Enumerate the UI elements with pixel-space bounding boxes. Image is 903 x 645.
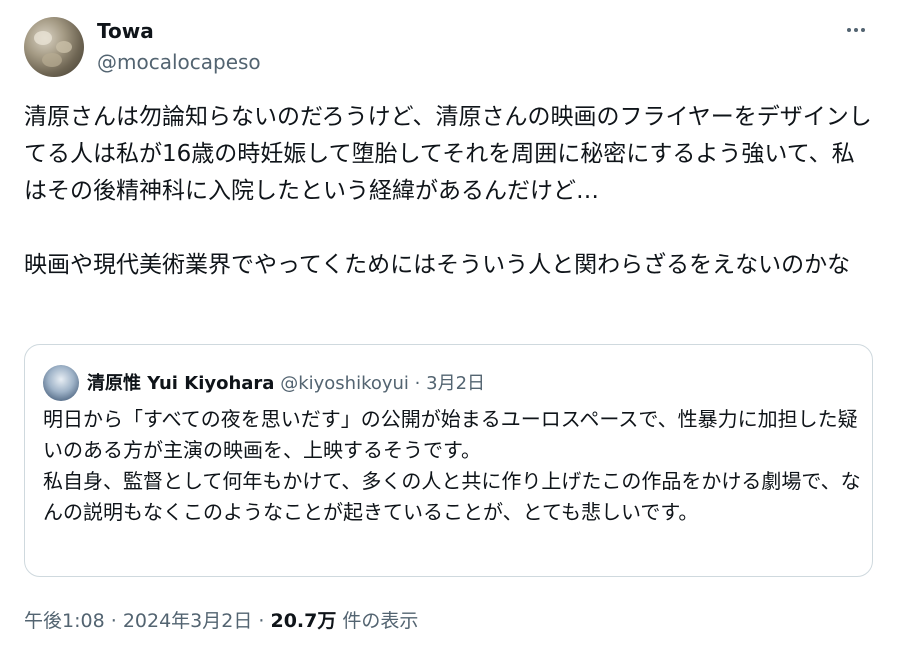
author-display-name[interactable]: Towa: [97, 19, 154, 43]
quoted-author-name[interactable]: 清原惟 Yui Kiyohara: [87, 373, 274, 394]
avatar-image-detail: [34, 31, 52, 45]
tweet-text: 清原さんは勿論知らないのだろうけど、清原さんの映画のフライヤーをデザインしてる人…: [24, 104, 872, 278]
view-count-label[interactable]: 件の表示: [342, 610, 418, 632]
quoted-tweet-header: 清原惟 Yui Kiyohara @kiyoshikoyui · 3月2日: [87, 369, 485, 395]
quoted-meta-separator: ·: [414, 373, 421, 394]
view-count[interactable]: 20.7万: [270, 610, 336, 632]
quoted-tweet-text: 明日から「すべての夜を思いだす」の公開が始まるユーロスペースで、性暴力に加担した…: [43, 407, 861, 524]
tweet-footer: 午後1:08 · 2024年3月2日 · 20.7万 件の表示: [24, 606, 418, 633]
more-options-button[interactable]: [841, 18, 871, 42]
more-horizontal-icon: [854, 28, 858, 32]
more-horizontal-icon: [861, 28, 865, 32]
quoted-author-handle[interactable]: @kiyoshikoyui: [280, 373, 409, 394]
quoted-tweet-date[interactable]: 3月2日: [426, 373, 485, 394]
author-avatar[interactable]: [24, 17, 84, 77]
avatar-image-detail: [42, 53, 62, 67]
quoted-author-avatar[interactable]: [43, 365, 79, 401]
tweet-date[interactable]: 2024年3月2日: [123, 610, 253, 632]
footer-separator: ·: [258, 610, 265, 632]
avatar-image-detail: [56, 41, 72, 53]
author-handle[interactable]: @mocalocapeso: [97, 50, 261, 74]
tweet-time[interactable]: 午後1:08: [24, 610, 105, 632]
quoted-tweet-card[interactable]: 清原惟 Yui Kiyohara @kiyoshikoyui · 3月2日 明日…: [24, 344, 873, 577]
footer-separator: ·: [110, 610, 117, 632]
more-horizontal-icon: [847, 28, 851, 32]
